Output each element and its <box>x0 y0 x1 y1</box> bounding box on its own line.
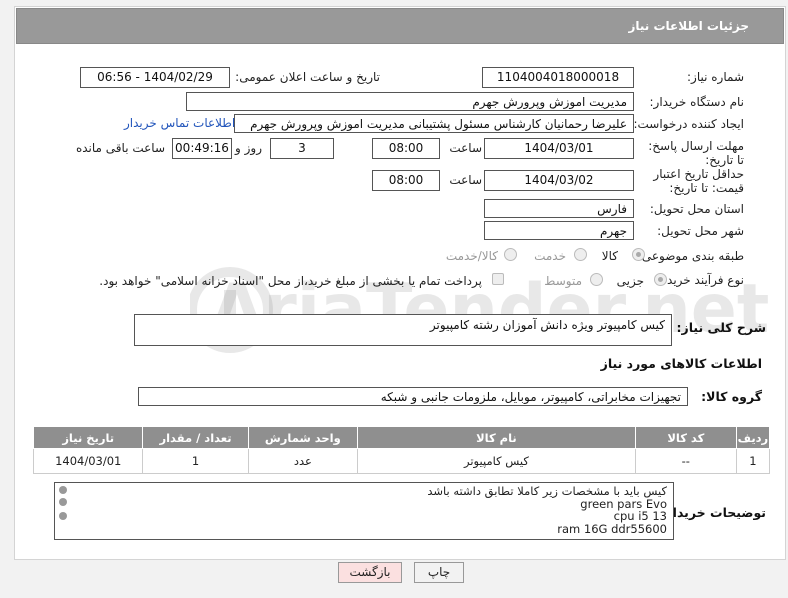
col-header-unit: واحد شمارش <box>247 426 359 449</box>
process-minor-label: جزیی <box>616 274 644 288</box>
process-medium-label: متوسط <box>544 274 582 288</box>
requester-label: ایجاد کننده درخواست: <box>633 117 744 131</box>
price-validity-time-field: 08:00 <box>372 170 440 191</box>
col-header-need-date: تاریخ نیاز <box>32 426 144 449</box>
goods-group-field: تجهیزات مخابراتی، کامپیوتر، موبایل، ملزو… <box>138 387 688 406</box>
buyer-notes-line: کیس باید با مشخصات زیر کاملا تطابق داشته… <box>427 484 667 498</box>
city-label: شهر محل تحویل: <box>657 224 744 238</box>
scroll-dot-icon <box>59 486 67 494</box>
process-type-label: نوع فرآیند خرید : <box>659 273 744 287</box>
buyer-contact-link[interactable]: اطلاعات تماس خریدار <box>124 116 235 130</box>
cell-item-name: کیس کامپیوتر <box>357 448 636 474</box>
category-service-radio[interactable] <box>574 248 587 261</box>
buyer-notes-label: توضیحات خریدار: <box>660 505 766 520</box>
process-minor-radio[interactable] <box>654 273 667 286</box>
province-label: استان محل تحویل: <box>649 202 744 216</box>
buyer-org-label: نام دستگاه خریدار: <box>649 95 745 109</box>
process-medium-radio[interactable] <box>590 273 603 286</box>
buyer-notes-line: cpu i5 13 <box>613 509 667 523</box>
category-goods-label: کالا <box>601 249 618 263</box>
reply-date-field: 1404/03/01 <box>484 138 634 159</box>
cell-need-date: 1404/03/01 <box>32 448 144 474</box>
category-goods-service-radio[interactable] <box>504 248 517 261</box>
announce-datetime-field: 1404/02/29 - 06:56 <box>80 67 230 88</box>
description-label: شرح کلی نیاز: <box>676 320 766 335</box>
scroll-dot-icon <box>59 512 67 520</box>
treasury-payment-note: پرداخت تمام یا بخشی از مبلغ خرید،از محل … <box>99 274 482 288</box>
category-service-label: خدمت <box>534 249 566 263</box>
cell-row-number: 1 <box>735 448 771 474</box>
province-field: فارس <box>484 199 634 218</box>
scroll-dot-icon <box>59 498 67 506</box>
page-title: جزئیات اطلاعات نیاز <box>628 19 749 33</box>
announce-datetime-label: تاریخ و ساعت اعلان عمومی: <box>235 70 380 84</box>
reply-time-field: 08:00 <box>372 138 440 159</box>
goods-group-label: گروه کالا: <box>701 389 762 404</box>
buyer-notes-line: green pars Evo <box>580 496 667 511</box>
goods-section-title: اطلاعات کالاهای مورد نیاز <box>600 356 762 371</box>
description-field: کیس کامپیوتر ویژه دانش آموزان رشته کامپی… <box>134 314 672 346</box>
price-validity-label: حداقل تاریخ اعتبار قیمت: تا تاریخ: <box>653 167 744 195</box>
category-label: طبقه بندی موضوعی: <box>637 249 744 263</box>
back-button[interactable]: بازگشت <box>338 562 402 583</box>
need-number-field: 1104004018000018 <box>482 67 634 88</box>
requester-field: علیرضا رحمانیان کارشناس مسئول پشتیبانی م… <box>234 114 634 133</box>
treasury-payment-checkbox[interactable] <box>492 273 504 285</box>
cell-unit: عدد <box>247 448 359 474</box>
table-row: 1 -- کیس کامپیوتر عدد 1 1404/03/01 <box>32 448 771 474</box>
goods-table: ردیف کد کالا نام کالا واحد شمارش تعداد /… <box>32 426 771 474</box>
price-validity-time-label: ساعت <box>449 173 482 187</box>
goods-table-header-row: ردیف کد کالا نام کالا واحد شمارش تعداد /… <box>32 426 771 449</box>
buyer-org-field: مدیریت اموزش وپرورش جهرم <box>186 92 634 111</box>
cell-item-code: -- <box>634 448 737 474</box>
col-header-item-code: کد کالا <box>634 426 737 449</box>
need-number-label: شماره نیاز: <box>687 70 744 84</box>
category-goods-radio[interactable] <box>632 248 645 261</box>
col-header-row-number: ردیف <box>735 426 771 449</box>
col-header-item-name: نام کالا <box>357 426 636 449</box>
notes-scrollbar[interactable] <box>58 484 68 540</box>
reply-deadline-label: مهلت ارسال پاسخ: تا تاریخ: <box>648 139 744 167</box>
reply-time-label: ساعت <box>449 141 482 155</box>
remaining-time-field: 00:49:16 <box>172 138 232 159</box>
buyer-notes-line: ram 16G ddr55600 <box>557 521 667 536</box>
city-field: جهرم <box>484 221 634 240</box>
days-label: روز و <box>235 141 262 155</box>
col-header-quantity: تعداد / مقدار <box>142 426 249 449</box>
cell-quantity: 1 <box>142 448 249 474</box>
buyer-notes-field[interactable]: کیس باید با مشخصات زیر کاملا تطابق داشته… <box>54 482 674 540</box>
price-validity-date-field: 1404/03/02 <box>484 170 634 191</box>
remaining-days-field: 3 <box>270 138 334 159</box>
remaining-time-label: ساعت باقی مانده <box>75 141 165 155</box>
category-goods-service-label: کالا/خدمت <box>445 249 498 263</box>
print-button[interactable]: چاپ <box>414 562 464 583</box>
header-bar: جزئیات اطلاعات نیاز <box>16 8 784 44</box>
